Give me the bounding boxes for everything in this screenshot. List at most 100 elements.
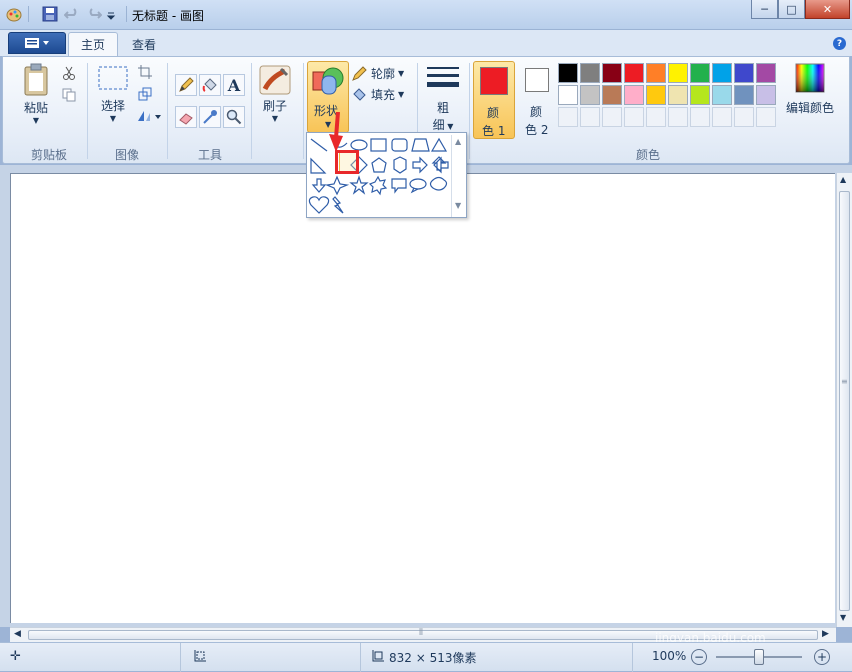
separator [180,643,181,672]
gallery-scroll-up-icon[interactable]: ▲ [455,137,461,146]
minimize-button[interactable]: ─ [751,0,778,19]
paint-menu-button[interactable] [8,32,66,54]
magnifier-icon[interactable] [223,106,245,128]
custom-color-slot[interactable] [756,107,776,127]
zoom-out-button[interactable]: − [691,649,707,665]
scroll-left-icon[interactable]: ◀ [14,629,21,639]
vertical-scrollbar[interactable]: ▲ ≡ ▼ [836,173,852,627]
rotate-icon[interactable] [135,106,163,126]
chevron-down-icon: ▼ [109,114,117,123]
palette-swatch[interactable] [558,85,578,105]
palette-swatch[interactable] [558,63,578,83]
resize-icon[interactable] [135,84,155,104]
zoom-in-button[interactable]: + [814,649,830,665]
palette-swatch[interactable] [624,63,644,83]
palette-swatch[interactable] [668,63,688,83]
customize-quick-access-icon[interactable] [106,6,122,22]
crop-icon[interactable] [135,62,155,82]
palette-swatch[interactable] [580,63,600,83]
palette-swatch[interactable] [690,85,710,105]
scissors-icon[interactable] [59,63,79,83]
palette-swatch[interactable] [602,85,622,105]
clipboard-group-label: 剪贴板 [30,148,67,162]
color1-button[interactable]: 颜 色 1 [473,61,515,139]
eraser-icon[interactable] [175,106,197,128]
outline-button[interactable]: 轮廓 ▼ [351,65,404,82]
custom-color-slot[interactable] [690,107,710,127]
select-button[interactable]: 选择 ▼ [95,65,131,123]
scroll-down-icon[interactable]: ▼ [840,613,846,622]
tab-view[interactable]: 查看 [120,32,168,56]
color-picker-icon[interactable] [199,106,221,128]
color1-label-bottom: 色 1 [482,124,506,138]
gallery-scroll-down-icon[interactable]: ▼ [455,201,461,210]
chevron-down-icon: ▼ [32,116,40,125]
scroll-up-icon[interactable]: ▲ [840,175,846,184]
color2-swatch [525,68,549,92]
fill-label: 填充 [371,88,396,102]
custom-color-slot[interactable] [558,107,578,127]
custom-color-slot[interactable] [712,107,732,127]
separator [167,63,168,159]
palette-swatch[interactable] [734,63,754,83]
palette-swatch[interactable] [580,85,600,105]
palette-swatch[interactable] [712,85,732,105]
chevron-down-icon: ▼ [398,69,405,78]
vertical-scroll-thumb[interactable]: ≡ [839,191,850,611]
color1-label-top: 颜 [487,106,500,120]
separator [360,643,361,672]
fill-bucket-icon[interactable] [199,74,221,96]
canvas-size-icon [372,650,384,662]
maximize-button[interactable]: □ [778,0,805,19]
drawing-canvas[interactable] [10,173,835,623]
edit-colors-label: 编辑颜色 [785,101,834,115]
size-label-top: 粗 [436,101,449,115]
palette-swatch[interactable] [646,63,666,83]
custom-color-slot[interactable] [734,107,754,127]
help-icon[interactable]: ? [833,37,846,50]
edit-colors-button[interactable]: 编辑颜色 [779,63,841,116]
custom-color-slot[interactable] [646,107,666,127]
palette-swatch[interactable] [646,85,666,105]
scroll-right-icon[interactable]: ▶ [822,629,829,639]
custom-color-slot[interactable] [580,107,600,127]
separator [251,63,252,159]
palette-swatch[interactable] [602,63,622,83]
custom-color-slot[interactable] [624,107,644,127]
undo-icon[interactable] [63,6,80,22]
separator [87,63,88,159]
chevron-down-icon: ▼ [271,114,279,123]
size-button[interactable]: 粗 细 ▼ [423,65,463,133]
palette-swatch[interactable] [756,63,776,83]
custom-color-slot[interactable] [668,107,688,127]
zoom-slider-thumb[interactable] [754,649,764,665]
color2-label-bottom: 色 2 [525,123,549,137]
palette-swatch[interactable] [756,85,776,105]
outline-pencil-icon [352,65,367,81]
window-title: 无标题 - 画图 [132,9,204,23]
brushes-button[interactable]: 刷子 ▼ [257,65,293,123]
custom-color-slot[interactable] [602,107,622,127]
save-icon[interactable] [42,6,58,22]
copy-icon[interactable] [59,85,79,105]
close-button[interactable]: ✕ [805,0,850,19]
line-width-icon [427,67,459,87]
redo-icon[interactable] [86,6,103,22]
shapes-icon [312,67,344,95]
tab-home[interactable]: 主页 [68,32,119,56]
palette-swatch[interactable] [690,63,710,83]
palette-swatch[interactable] [734,85,754,105]
palette-swatch[interactable] [712,63,732,83]
pencil-icon[interactable] [175,74,197,96]
fill-icon [353,87,366,101]
palette-swatch[interactable] [668,85,688,105]
paste-button[interactable]: 粘贴 ▼ [17,63,55,125]
outline-label: 轮廓 [371,67,396,81]
gallery-scrollbar[interactable]: ▲ ▼ [451,135,466,217]
palette-swatch[interactable] [624,85,644,105]
clipboard-icon [24,63,48,96]
fill-button[interactable]: 填充 ▼ [351,86,404,103]
image-group-label: 图像 [114,148,139,162]
color2-button[interactable]: 颜 色 2 [519,61,557,139]
text-icon[interactable]: A [223,74,245,96]
